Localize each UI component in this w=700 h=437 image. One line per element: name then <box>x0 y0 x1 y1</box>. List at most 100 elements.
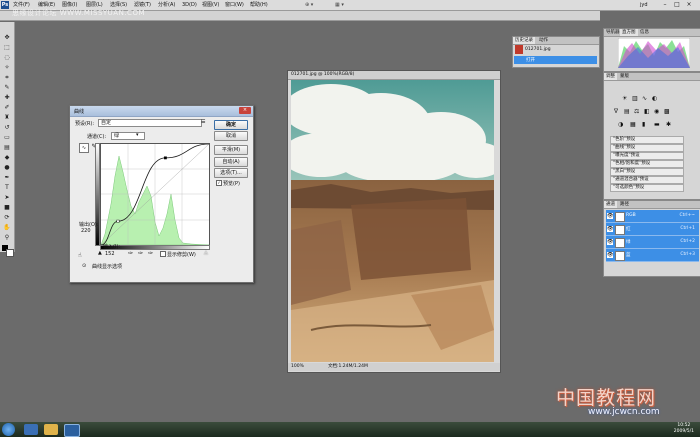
invert-icon[interactable]: ◑ <box>618 121 623 128</box>
menu-window[interactable]: 窗口(W) <box>225 1 244 9</box>
levels-icon[interactable]: ▥ <box>632 95 638 102</box>
tab-navigator[interactable]: 导航器 <box>604 29 622 36</box>
curve-graph[interactable] <box>100 143 210 246</box>
lasso-tool-icon[interactable]: ◌ <box>3 54 11 62</box>
channel-row-red[interactable]: 👁 红 Ctrl+1 <box>606 223 699 236</box>
tab-masks[interactable]: 蒙版 <box>618 73 631 80</box>
curves-icon[interactable]: ∿ <box>642 95 647 102</box>
canyon-photo[interactable] <box>291 80 494 362</box>
menu-3d[interactable]: 3D(D) <box>182 1 197 9</box>
options-button[interactable]: 选项(T)... <box>214 168 248 178</box>
menu-analysis[interactable]: 分析(A) <box>158 1 175 9</box>
tab-histogram[interactable]: 直方图 <box>620 29 638 36</box>
photoshop-taskbar-icon[interactable] <box>64 424 80 437</box>
white-point-slider-icon[interactable]: △ <box>204 250 208 256</box>
blur-tool-icon[interactable]: ◆ <box>3 154 11 162</box>
shape-tool-icon[interactable]: ■ <box>3 204 11 212</box>
marquee-tool-icon[interactable]: ⬚ <box>3 44 11 52</box>
white-eyedropper-icon[interactable]: ✑ <box>148 250 153 257</box>
tab-actions[interactable]: 动作 <box>537 37 550 44</box>
curve-point-mode-icon[interactable]: ∿ <box>79 143 89 153</box>
expand-arrow-icon[interactable]: ⊙ <box>82 263 86 269</box>
gradient-tool-icon[interactable]: ▤ <box>3 144 11 152</box>
black-white-icon[interactable]: ◧ <box>644 108 650 115</box>
clone-stamp-icon[interactable]: ♜ <box>3 114 11 122</box>
channel-select[interactable]: 绿 <box>111 132 145 140</box>
eyedropper-tool-icon[interactable]: ✎ <box>3 84 11 92</box>
visibility-eye-icon[interactable]: 👁 <box>607 252 613 258</box>
background-color-swatch[interactable] <box>6 249 14 257</box>
preset-channel-mixer[interactable]: "通道混合器"预设 <box>610 176 684 184</box>
preset-options-icon[interactable]: ☰ <box>201 119 205 125</box>
brush-tool-icon[interactable]: ✐ <box>3 104 11 112</box>
visibility-eye-icon[interactable]: 👁 <box>607 239 613 245</box>
path-select-icon[interactable]: ➤ <box>3 194 11 202</box>
gray-eyedropper-icon[interactable]: ✑ <box>138 250 143 257</box>
posterize-icon[interactable]: ▦ <box>630 121 636 128</box>
channel-row-blue[interactable]: 👁 蓝 Ctrl+3 <box>606 249 699 262</box>
maximize-button[interactable]: □ <box>672 1 682 8</box>
channel-mixer-icon[interactable]: ▩ <box>664 108 670 115</box>
ie-icon[interactable] <box>24 424 38 435</box>
workspace-switcher[interactable]: jyd <box>640 1 648 9</box>
dialog-close-button[interactable]: × <box>239 107 251 114</box>
brightness-icon[interactable]: ☀ <box>622 95 627 102</box>
snapshot-name[interactable]: 012701.jpg <box>525 47 551 52</box>
dialog-titlebar[interactable]: 曲线 × <box>70 106 253 117</box>
preset-black-white[interactable]: "黑白"预设 <box>610 168 684 176</box>
exposure-icon[interactable]: ◐ <box>652 95 657 102</box>
tab-channels[interactable]: 通道 <box>604 201 617 208</box>
arrange-icon[interactable]: ▦ ▾ <box>335 1 344 9</box>
output-value[interactable]: 220 <box>81 228 91 234</box>
tab-adjustments[interactable]: 调整 <box>604 73 617 80</box>
preset-exposure[interactable]: "曝光度"预设 <box>610 152 684 160</box>
minimize-button[interactable]: – <box>660 1 670 8</box>
3d-rotate-icon[interactable]: ⟳ <box>3 214 11 222</box>
preview-checkbox[interactable]: ✓ <box>216 180 222 186</box>
close-button[interactable]: × <box>684 1 694 8</box>
on-image-adjust-icon[interactable]: ☝ <box>78 252 82 259</box>
history-step-open[interactable]: 打开 <box>514 56 597 64</box>
zoom-tool-icon[interactable]: ⚲ <box>3 234 11 242</box>
curve-control-point[interactable] <box>163 156 167 160</box>
move-tool-icon[interactable]: ✥ <box>3 34 11 42</box>
hue-saturation-icon[interactable]: ▤ <box>624 108 630 115</box>
auto-button[interactable]: 自动(A) <box>214 157 248 167</box>
black-point-slider-icon[interactable]: ▲ <box>98 250 102 256</box>
gradient-map-icon[interactable]: ▬ <box>654 121 660 128</box>
channel-row-green[interactable]: 👁 绿 Ctrl+2 <box>606 236 699 249</box>
black-eyedropper-icon[interactable]: ✑ <box>128 250 133 257</box>
preset-select[interactable]: 自定 <box>98 119 202 127</box>
healing-brush-icon[interactable]: ✚ <box>3 94 11 102</box>
input-value[interactable]: 152 <box>105 251 115 257</box>
tab-info[interactable]: 信息 <box>638 29 651 36</box>
magic-wand-icon[interactable]: ✧ <box>3 64 11 72</box>
document-tab[interactable]: 012701.jpg @ 100%(RGB/8) <box>288 71 500 80</box>
preset-hue-saturation[interactable]: "色相/饱和度"预设 <box>610 160 684 168</box>
eraser-tool-icon[interactable]: ▭ <box>3 134 11 142</box>
type-tool-icon[interactable]: T <box>3 184 11 192</box>
zoom-level[interactable]: 100% <box>291 363 304 371</box>
menu-help[interactable]: 帮助(H) <box>250 1 268 9</box>
pen-tool-icon[interactable]: ✒ <box>3 174 11 182</box>
explorer-icon[interactable] <box>44 424 58 435</box>
channel-row-rgb[interactable]: 👁 RGB Ctrl+~ <box>606 210 699 223</box>
color-balance-icon[interactable]: ⚖ <box>634 108 639 115</box>
visibility-eye-icon[interactable]: 👁 <box>607 226 613 232</box>
history-brush-icon[interactable]: ↺ <box>3 124 11 132</box>
visibility-eye-icon[interactable]: 👁 <box>607 213 613 219</box>
show-clipping-checkbox[interactable] <box>160 251 166 257</box>
dodge-tool-icon[interactable]: ● <box>3 164 11 172</box>
selective-color-icon[interactable]: ✱ <box>666 121 671 128</box>
menu-view[interactable]: 视图(V) <box>202 1 219 9</box>
ok-button[interactable]: 确定 <box>214 120 248 130</box>
curve-control-point[interactable] <box>116 219 120 223</box>
cancel-button[interactable]: 取消 <box>214 131 248 141</box>
smooth-button[interactable]: 平滑(M) <box>214 145 248 155</box>
preset-levels[interactable]: "色阶"预设 <box>610 136 684 144</box>
tab-paths[interactable]: 路径 <box>618 201 631 208</box>
crop-tool-icon[interactable]: ⌗ <box>3 74 11 82</box>
preset-selective-color[interactable]: "可选颜色"预设 <box>610 184 684 192</box>
hand-tool-icon[interactable]: ✋ <box>3 224 11 232</box>
system-clock[interactable]: 10:52 2009/5/1 <box>674 423 694 435</box>
